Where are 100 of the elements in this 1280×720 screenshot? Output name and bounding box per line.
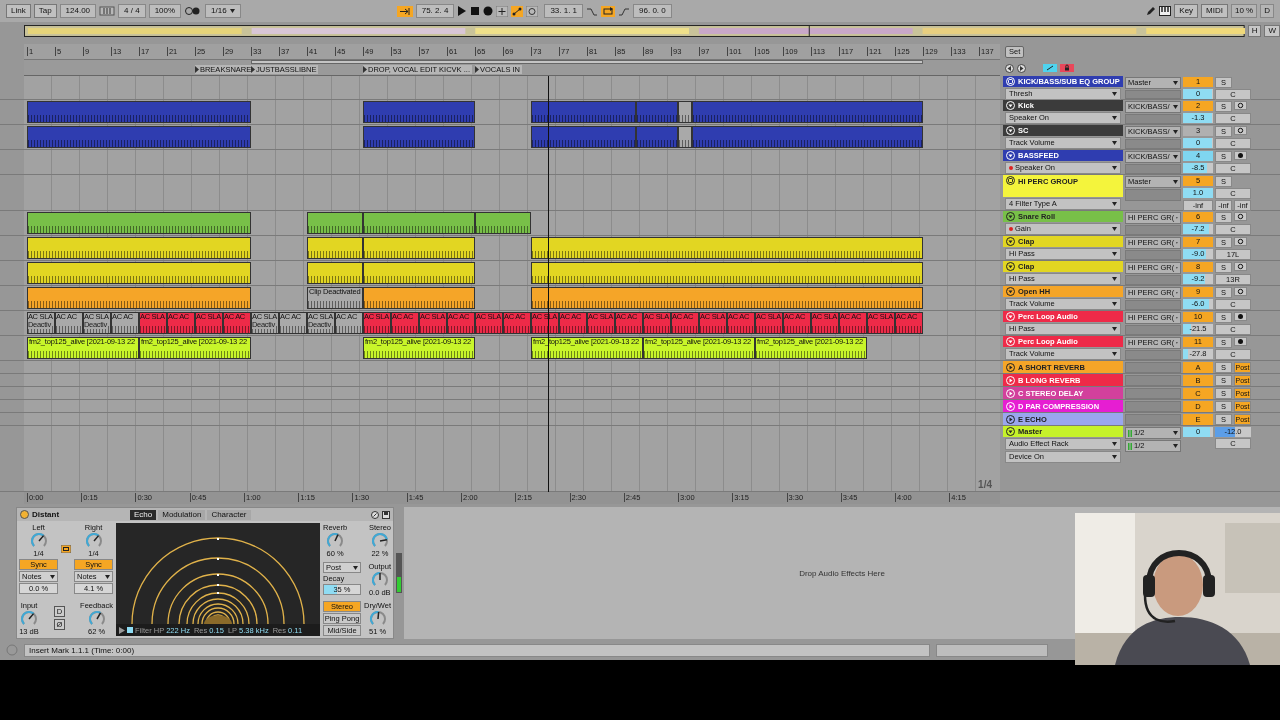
tempo-field[interactable]: 124.00 [59,4,97,18]
fold-icon[interactable] [1006,212,1015,221]
audio-clip[interactable] [363,101,475,123]
audio-clip[interactable] [531,126,637,148]
next-locator-icon[interactable] [1017,63,1026,73]
arm-button[interactable] [1234,237,1247,246]
expand-icon[interactable] [119,626,125,634]
fold-icon[interactable] [1006,427,1015,436]
routing-field[interactable] [1125,388,1181,399]
loop-start-field[interactable]: 33. 1. 1 [544,4,584,18]
routing-field[interactable] [1125,225,1181,235]
lock-button[interactable] [1060,64,1074,72]
arm-button[interactable] [1234,151,1247,160]
routing-field[interactable] [1125,325,1181,335]
routing-field[interactable] [1125,375,1181,386]
arm-button[interactable] [1234,312,1247,321]
toolbar-button[interactable]: Link [6,4,31,18]
toolbar-button[interactable]: MIDI [1201,4,1228,18]
stop-icon[interactable] [470,6,481,16]
fold-icon[interactable] [1006,287,1015,296]
save-icon[interactable] [382,510,390,519]
time-signature-field[interactable]: 4 / 4 [118,4,146,18]
audio-clip[interactable] [307,212,363,234]
arm-button[interactable] [1234,262,1247,271]
fold-icon[interactable] [1006,237,1015,246]
toolbar-button[interactable]: Tap [33,4,57,18]
quantize-dropdown[interactable]: 1/16 [205,4,241,18]
loop-brace[interactable] [250,60,924,64]
knob[interactable] [86,610,107,627]
audio-clip[interactable] [363,287,475,309]
arm-button[interactable] [1234,337,1247,346]
device-tab[interactable]: Modulation [158,509,206,520]
audio-clip[interactable] [636,101,679,123]
routing-field[interactable] [1125,414,1181,425]
audio-clip[interactable] [307,262,363,284]
device-on-button[interactable] [20,510,29,519]
device-tab[interactable]: Character [207,509,251,520]
audio-clip[interactable] [678,101,693,123]
play-icon[interactable] [457,6,468,16]
audio-clip[interactable] [363,262,475,284]
loop-button[interactable] [601,5,616,17]
arm-button[interactable] [1234,126,1247,135]
routing-field[interactable] [1125,90,1181,99]
routing-field[interactable] [1125,250,1181,260]
routing-field[interactable] [1125,189,1181,201]
arm-button[interactable] [1234,212,1247,221]
punch-out-icon[interactable] [618,5,631,17]
routing-field[interactable] [1125,362,1181,373]
arm-button[interactable] [1234,101,1247,110]
device-tab[interactable]: Echo [130,509,157,520]
audio-clip[interactable] [531,101,637,123]
filter-toggle[interactable] [127,627,133,633]
audio-clip[interactable] [475,212,531,234]
knob[interactable] [369,571,390,588]
loop-length-field[interactable]: 96. 0. 0 [633,4,672,18]
overview-button[interactable]: H [1247,25,1262,37]
fold-icon[interactable] [1006,362,1015,372]
routing-field[interactable] [1125,114,1181,124]
automation-arm-icon[interactable] [511,5,524,17]
audio-clip[interactable] [307,237,363,259]
knob[interactable] [369,532,390,549]
knob[interactable] [367,610,388,627]
audio-clip[interactable] [26,262,251,284]
audio-clip[interactable] [692,126,924,148]
routing-field[interactable] [1125,401,1181,412]
overview-button[interactable]: W [1264,25,1280,37]
audio-clip[interactable] [692,101,924,123]
keyboard-icon[interactable] [1159,6,1172,16]
group-fold-icon[interactable] [1006,176,1015,185]
overview-drawing[interactable] [24,25,1245,37]
fold-icon[interactable] [1006,414,1015,424]
audio-clip[interactable] [363,126,475,148]
knob[interactable] [83,532,104,549]
knob[interactable] [28,532,49,549]
audio-clip[interactable] [363,212,475,234]
audio-clip[interactable] [363,237,475,259]
routing-field[interactable] [1125,350,1181,360]
capture-icon[interactable] [526,5,539,17]
toolbar-button[interactable]: Key [1174,4,1199,18]
arm-button[interactable] [1234,287,1247,296]
audio-clip[interactable] [531,287,924,309]
add-icon[interactable] [496,5,509,17]
knob[interactable] [325,532,346,549]
link-button[interactable] [61,545,71,553]
fold-icon[interactable] [1006,262,1015,271]
audio-clip[interactable] [26,287,251,309]
record-icon[interactable] [483,6,494,16]
macro-icon[interactable] [371,510,379,519]
knob[interactable] [19,610,39,627]
audio-clip[interactable] [678,126,693,148]
punch-in-icon[interactable] [586,5,599,17]
audio-clip[interactable] [531,237,924,259]
song-position-field[interactable]: 75. 2. 4 [415,4,455,18]
routing-field[interactable] [1125,275,1181,285]
audio-clip[interactable] [26,101,251,123]
audio-clip[interactable] [531,262,924,284]
previous-locator-icon[interactable] [1005,63,1014,73]
audio-clip[interactable] [26,212,251,234]
zoom-field[interactable]: 100% [148,4,182,18]
follow-button[interactable] [396,5,413,17]
